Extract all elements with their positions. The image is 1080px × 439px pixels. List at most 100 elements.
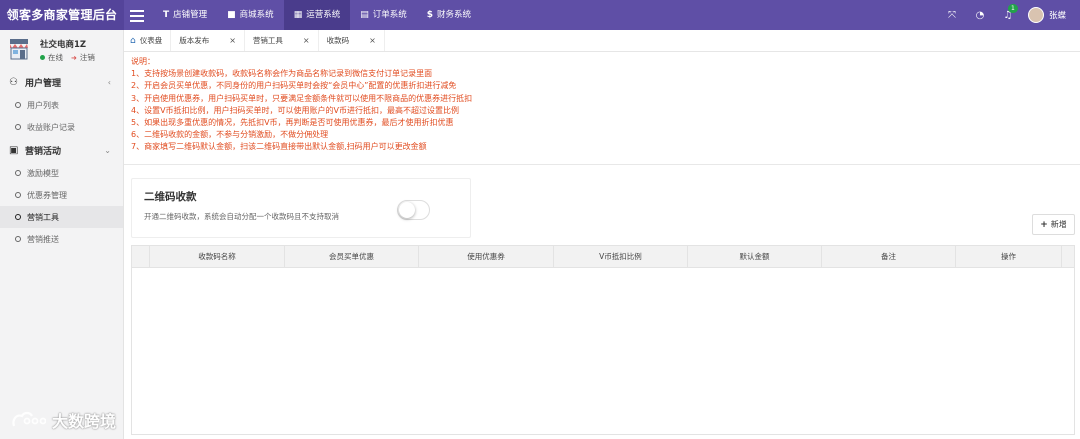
instruction-line: 2、开启会员买单优惠，不同身份的用户扫码买单时会按“会员中心”配置的优惠折扣进行…	[131, 81, 457, 91]
online-status: 在线	[48, 53, 63, 62]
watermark: 大数跨境	[10, 408, 116, 432]
logout-icon[interactable]: ➜	[71, 54, 77, 62]
app-title: 领客多商家管理后台	[0, 0, 124, 30]
nav-label: 财务系统	[437, 10, 472, 20]
close-icon[interactable]: ×	[303, 36, 310, 45]
sidebar-item-earnings-records[interactable]: 收益账户记录	[0, 116, 123, 138]
column-header-checkbox[interactable]	[132, 246, 150, 267]
qr-enable-toggle[interactable]	[397, 200, 430, 220]
top-nav: T 店铺管理 ■ 商城系统 ▦ 运营系统 ▤ 订单系统 $ 财务系统	[153, 0, 481, 30]
circle-icon	[15, 192, 21, 198]
user-name[interactable]: 张蝶	[1049, 9, 1066, 21]
chevron-down-icon: ⌄	[104, 145, 111, 155]
nav-label: 店铺管理	[173, 10, 208, 20]
instruction-line: 1、支持按场景创建收款码，收款码名称会作为商品名称记录到微信支付订单记录里面	[131, 69, 433, 79]
column-header-spacer	[1062, 246, 1074, 267]
fullscreen-icon[interactable]: ⤧	[938, 10, 966, 21]
shop-profile: 社交电商1Z 在线 ➜ 注销	[0, 30, 123, 70]
menu-label: 营销工具	[27, 212, 59, 222]
nav-operation-system[interactable]: ▦ 运营系统	[283, 0, 351, 30]
column-header: 收款码名称	[150, 246, 285, 267]
order-icon: ▤	[360, 10, 369, 20]
sidebar-group-user-management[interactable]: ⚇ 用户管理 ‹	[0, 70, 123, 94]
online-dot-icon	[40, 55, 45, 60]
tab-marketing-tools[interactable]: 营销工具 ×	[245, 30, 319, 51]
sidebar-item-coupon-management[interactable]: 优惠券管理	[0, 184, 123, 206]
qr-card-description: 开通二维码收款，系统会自动分配一个收款码且不支持取消	[144, 212, 339, 221]
logout-link[interactable]: 注销	[80, 52, 95, 63]
qr-card-title: 二维码收款	[144, 191, 197, 203]
nav-label: 运营系统	[306, 10, 341, 20]
nav-mall-system[interactable]: ■ 商城系统	[217, 0, 284, 30]
circle-icon	[15, 170, 21, 176]
chevron-left-icon: ‹	[107, 77, 111, 87]
home-icon: ⌂	[130, 35, 136, 46]
nav-label: 订单系统	[372, 10, 407, 20]
tab-label: 收款码	[326, 36, 350, 45]
text-t-icon: T	[163, 10, 170, 20]
close-icon[interactable]: ×	[369, 36, 376, 45]
column-header: V币抵扣比例	[554, 246, 688, 267]
store-icon: ■	[227, 10, 236, 20]
add-button-label: 新增	[1050, 220, 1067, 229]
nav-label: 商城系统	[239, 10, 274, 20]
avatar[interactable]	[1027, 7, 1044, 23]
status-row: 在线 ➜ 注销	[40, 52, 95, 63]
dashboard-gauge-icon[interactable]: ◔	[966, 10, 994, 21]
sidebar-item-marketing-tools[interactable]: 营销工具	[0, 206, 123, 228]
tab-payment-code[interactable]: 收款码 ×	[319, 30, 385, 51]
tab-bar: ⌂ 仪表盘 版本发布 × 营销工具 × 收款码 ×	[124, 30, 1080, 52]
group-label: 用户管理	[25, 78, 62, 89]
menu-label: 激励模型	[27, 168, 59, 178]
column-header: 备注	[822, 246, 956, 267]
notification-badge: 1	[1007, 3, 1018, 13]
watermark-text: 大数跨境	[52, 412, 117, 431]
dollar-icon: $	[426, 10, 434, 20]
tab-label: 版本发布	[179, 36, 210, 45]
tab-label: 营销工具	[252, 36, 283, 45]
menu-toggle-icon[interactable]	[130, 7, 144, 23]
group-label: 营销活动	[25, 146, 62, 157]
section-divider	[124, 164, 1080, 165]
shop-icon	[10, 39, 28, 60]
sidebar-item-incentive-model[interactable]: 激励模型	[0, 162, 123, 184]
instruction-line: 5、如果出现多重优惠的情况，先抵扣V币，再判断是否可使用优惠券，最后才使用折扣优…	[131, 118, 454, 128]
menu-label: 优惠券管理	[27, 190, 67, 200]
close-icon[interactable]: ×	[229, 36, 236, 45]
column-header: 使用优惠券	[419, 246, 554, 267]
sidebar-item-marketing-push[interactable]: 营销推送	[0, 228, 123, 250]
top-header: 领客多商家管理后台 T 店铺管理 ■ 商城系统 ▦ 运营系统 ▤ 订单系统 $ 财务系统 …	[0, 0, 1080, 30]
instructions-heading: 说明：	[131, 57, 155, 66]
column-header: 会员买单优惠	[285, 246, 419, 267]
tab-dashboard[interactable]: ⌂ 仪表盘	[124, 30, 172, 51]
menu-label: 用户列表	[27, 100, 59, 110]
instruction-line: 3、开启使用优惠券，用户扫码买单时，只要满足金额条件就可以使用不限商品的优惠券进…	[131, 93, 473, 103]
nav-finance-system[interactable]: $ 财务系统	[417, 0, 481, 30]
circle-icon	[15, 236, 21, 242]
instruction-line: 7、商家填写二维码默认金额，扫该二维码直接带出默认金额,扫码用户可以更改金额	[131, 142, 427, 152]
tab-version-release[interactable]: 版本发布 ×	[171, 30, 245, 51]
menu-label: 营销推送	[27, 234, 59, 244]
circle-icon	[15, 102, 21, 108]
instruction-line: 4、设置V币抵扣比例，用户扫码买单时，可以使用账户的V币进行抵扣，最高不超过设置…	[131, 105, 460, 115]
add-button[interactable]: + 新增	[1032, 214, 1075, 235]
watermark-logo-icon	[12, 411, 46, 427]
nav-order-system[interactable]: ▤ 订单系统	[350, 0, 417, 30]
column-header: 默认金额	[688, 246, 822, 267]
user-icon: ⚇	[9, 76, 18, 88]
nav-store-management[interactable]: T 店铺管理	[153, 0, 217, 30]
sidebar-group-marketing[interactable]: ▣ 营销活动 ⌄	[0, 138, 123, 162]
top-right-tools: ⤧ ◔ ♫ 1 张蝶	[938, 0, 1080, 30]
circle-icon	[15, 214, 21, 220]
qr-payment-card: 二维码收款 开通二维码收款，系统会自动分配一个收款码且不支持取消	[131, 178, 471, 238]
table-header: 收款码名称 会员买单优惠 使用优惠券 V币抵扣比例 默认金额 备注 操作	[132, 246, 1074, 268]
toggle-knob	[399, 202, 415, 218]
bell-icon[interactable]: ♫ 1	[994, 3, 1022, 21]
payment-code-table: 收款码名称 会员买单优惠 使用优惠券 V币抵扣比例 默认金额 备注 操作	[131, 245, 1075, 435]
sidebar-item-user-list[interactable]: 用户列表	[0, 94, 123, 116]
sidebar: 社交电商1Z 在线 ➜ 注销 ⚇ 用户管理 ‹ 用户列表 收益账户记录 ▣ 营销…	[0, 30, 124, 439]
tab-label: 仪表盘	[139, 36, 163, 45]
grid-icon: ▦	[293, 10, 303, 20]
plus-icon: +	[1040, 219, 1048, 230]
menu-label: 收益账户记录	[27, 122, 75, 132]
